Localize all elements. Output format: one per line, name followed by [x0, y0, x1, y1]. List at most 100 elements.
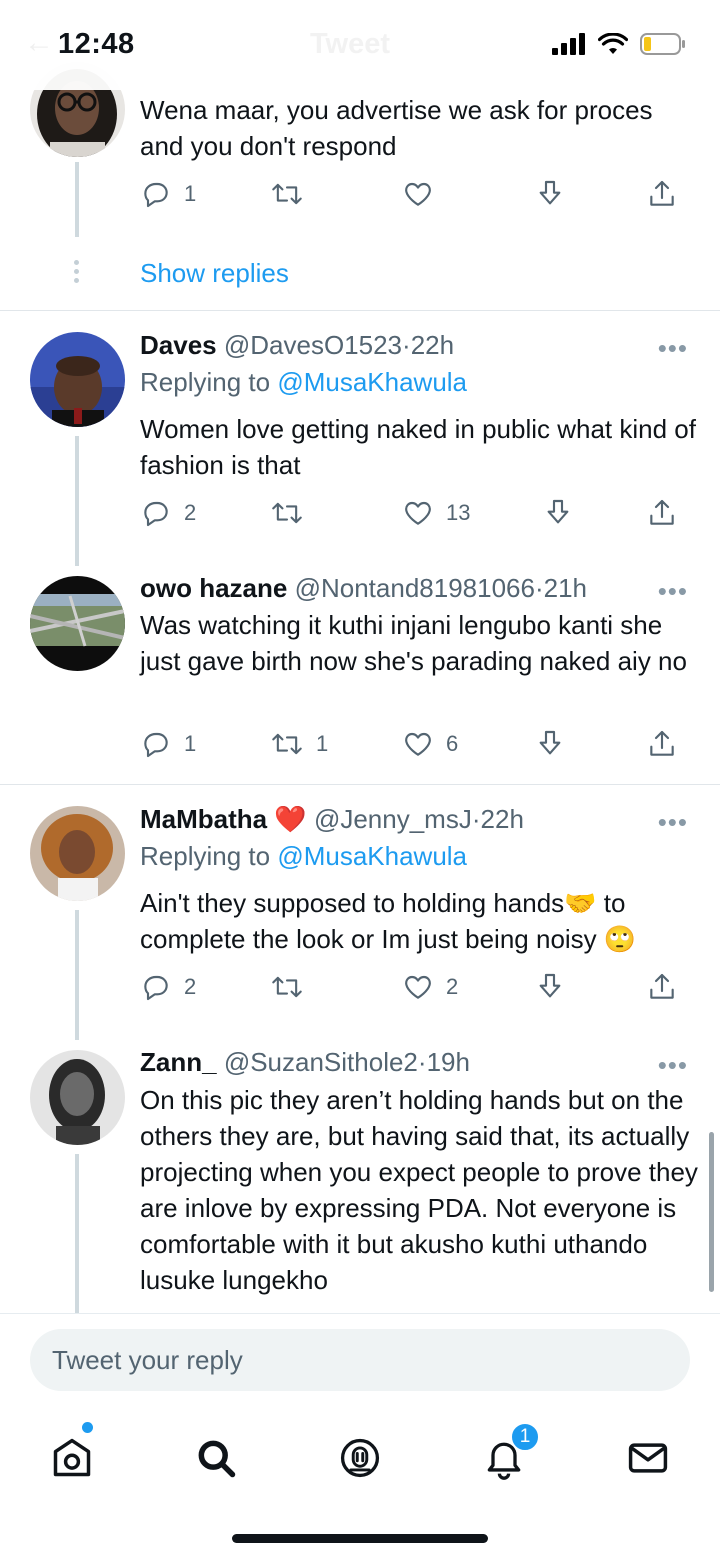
display-name[interactable]: Daves [140, 330, 217, 360]
reply-count: 1 [184, 731, 197, 756]
heart-icon [405, 501, 431, 525]
download-arrow-icon [539, 730, 561, 755]
like-count: 13 [446, 500, 471, 525]
like-button[interactable]: 6 [402, 724, 458, 764]
user-handle[interactable]: @DavesO1523 [224, 330, 402, 360]
scrollbar[interactable] [709, 1132, 714, 1292]
tweet-actions: 1 1 6 [140, 724, 700, 764]
share-button[interactable] [646, 967, 678, 1007]
home-indicator[interactable] [232, 1534, 488, 1543]
display-name[interactable]: Zann_ [140, 1047, 217, 1077]
retweet-icon [272, 183, 302, 205]
tab-home[interactable] [42, 1428, 102, 1488]
more-options-icon[interactable]: ••• [658, 333, 688, 364]
tweet-header: Zann_ @SuzanSithole2·19h [140, 1047, 470, 1077]
tweet-text: Women love getting naked in public what … [140, 414, 696, 480]
more-options-icon[interactable]: ••• [658, 807, 688, 838]
battery-icon [640, 33, 685, 55]
like-button[interactable]: 13 [402, 493, 470, 533]
status-icons [552, 32, 686, 56]
replying-to: Replying to @MusaKhawula [140, 841, 468, 871]
reply-button[interactable]: 2 [140, 967, 196, 1007]
mail-icon [628, 1443, 668, 1473]
retweet-button[interactable] [270, 493, 316, 533]
home-new-indicator [82, 1422, 93, 1433]
reply-composer [0, 1313, 720, 1408]
divider [0, 310, 720, 311]
divider [0, 784, 720, 785]
tweet-text: Was watching it kuthi injani lengubo kan… [140, 610, 687, 676]
mention-link[interactable]: @MusaKhawula [277, 841, 467, 871]
reply-count: 1 [184, 181, 197, 206]
tweet-header: owo hazane @Nontand81981066·21h [140, 573, 588, 603]
share-button[interactable] [646, 174, 678, 214]
reply-button[interactable]: 1 [140, 724, 196, 764]
more-options-icon[interactable]: ••• [658, 576, 688, 607]
reply-icon [144, 501, 168, 527]
download-arrow-icon [547, 499, 569, 524]
tweet-actions: 2 2 [140, 967, 700, 1007]
tab-messages[interactable] [618, 1428, 678, 1488]
heart-icon [405, 732, 431, 756]
more-options-icon[interactable]: ••• [658, 1050, 688, 1081]
display-name[interactable]: MaMbatha ❤️ [140, 804, 307, 834]
reply-icon [144, 732, 168, 758]
spaces-icon [340, 1438, 380, 1478]
tab-spaces[interactable] [330, 1428, 390, 1488]
display-name[interactable]: owo hazane [140, 573, 287, 603]
share-icon [650, 499, 674, 525]
tweet-reply-input[interactable] [30, 1329, 690, 1391]
show-replies-dots [74, 260, 80, 287]
user-handle[interactable]: @Jenny_msJ [314, 804, 472, 834]
avatar[interactable] [30, 806, 125, 901]
timestamp: 22h [480, 804, 524, 834]
avatar[interactable] [30, 1050, 125, 1145]
reply-icon [144, 975, 168, 1001]
bookmark-button[interactable] [542, 493, 574, 533]
wifi-icon [598, 33, 628, 54]
avatar[interactable] [30, 576, 125, 671]
bookmark-button[interactable] [534, 724, 566, 764]
reply-icon [144, 182, 168, 208]
tweet-actions: 2 13 [140, 493, 700, 533]
search-icon [198, 1440, 236, 1478]
back-arrow-icon[interactable]: ← [24, 26, 54, 60]
user-handle[interactable]: @SuzanSithole2 [224, 1047, 418, 1077]
reply-count: 2 [184, 500, 197, 525]
reply-count: 2 [184, 974, 197, 999]
heart-icon [405, 975, 431, 999]
avatar[interactable] [30, 332, 125, 427]
bookmark-button[interactable] [534, 967, 566, 1007]
like-button[interactable]: 2 [402, 967, 458, 1007]
thread-line [75, 910, 79, 1040]
retweet-button[interactable] [270, 174, 316, 214]
like-button[interactable] [402, 174, 446, 214]
thread-line [75, 162, 79, 237]
tweet-header: MaMbatha ❤️ @Jenny_msJ·22h [140, 804, 524, 834]
reply-button[interactable]: 2 [140, 493, 196, 533]
retweet-button[interactable] [270, 967, 316, 1007]
retweet-count: 1 [316, 731, 329, 756]
bookmark-button[interactable] [534, 174, 566, 214]
retweet-button[interactable]: 1 [270, 724, 328, 764]
replying-to: Replying to @MusaKhawula [140, 367, 468, 397]
tweet-text: Ain't they supposed to holding hands🤝 to… [140, 888, 637, 954]
share-icon [650, 730, 674, 756]
retweet-icon [272, 733, 302, 755]
notification-badge: 1 [510, 1422, 540, 1452]
user-handle[interactable]: @Nontand81981066 [295, 573, 535, 603]
signal-icon [552, 33, 585, 55]
like-count: 2 [446, 974, 459, 999]
show-replies-link[interactable]: Show replies [140, 258, 289, 289]
thread-line [75, 1154, 79, 1313]
share-button[interactable] [646, 493, 678, 533]
mention-link[interactable]: @MusaKhawula [277, 367, 467, 397]
share-icon [650, 180, 674, 206]
reply-button[interactable]: 1 [140, 174, 196, 214]
status-bar: ← Tweet 12:48 [0, 0, 720, 90]
share-icon [650, 973, 674, 999]
home-icon [53, 1438, 91, 1477]
timestamp: 19h [426, 1047, 470, 1077]
share-button[interactable] [646, 724, 678, 764]
tab-search[interactable] [186, 1428, 246, 1488]
